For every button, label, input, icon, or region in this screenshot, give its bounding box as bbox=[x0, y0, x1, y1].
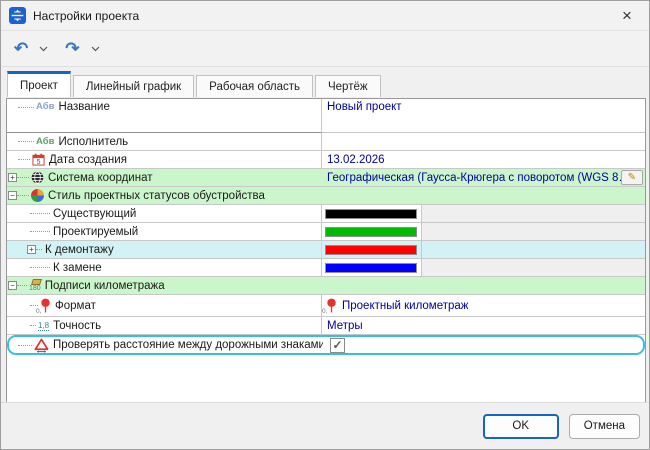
color-swatch-dismantle[interactable] bbox=[325, 245, 417, 255]
row-status-designed[interactable]: Проектируемый bbox=[7, 223, 645, 241]
property-label: К замене bbox=[53, 262, 102, 274]
property-label: Система координат bbox=[48, 172, 153, 184]
value-filler bbox=[422, 241, 645, 258]
property-label: Формат bbox=[55, 300, 96, 312]
property-label: Дата создания bbox=[49, 154, 127, 166]
check-distance-checkbox[interactable]: ✓ bbox=[330, 338, 345, 353]
row-precision[interactable]: 1,8 Точность Метры bbox=[7, 317, 645, 335]
tab-linear-graph[interactable]: Линейный график bbox=[73, 75, 194, 97]
creation-date-value-cell[interactable]: 13.02.2026 bbox=[322, 151, 645, 168]
color-swatch-cell[interactable] bbox=[322, 205, 422, 222]
row-title[interactable]: Абв Название Новый проект bbox=[7, 99, 645, 133]
color-swatch-existing[interactable] bbox=[325, 209, 417, 219]
text-property-icon: Абв bbox=[36, 101, 54, 112]
precision-value: Метры bbox=[322, 320, 363, 332]
calendar-icon: 5 bbox=[32, 153, 45, 166]
project-settings-dialog: Настройки проекта × ↶ ↷ Проект Линейный … bbox=[0, 0, 650, 450]
edit-pencil-icon: ✎ bbox=[628, 172, 636, 183]
color-swatch-designed[interactable] bbox=[325, 227, 417, 237]
km-tag-shape bbox=[31, 279, 42, 285]
coordinate-system-value-cell[interactable]: Географическая (Гаусса-Крюгера с поворот… bbox=[322, 169, 645, 186]
color-swatch-cell[interactable] bbox=[322, 259, 422, 276]
row-executor[interactable]: Абв Исполнитель bbox=[7, 133, 645, 151]
dialog-title: Настройки проекта bbox=[33, 9, 613, 23]
undo-dropdown-icon[interactable] bbox=[35, 44, 52, 54]
property-label: Проверять расстояние между дорожными зна… bbox=[53, 339, 324, 351]
redo-icon[interactable]: ↷ bbox=[62, 39, 82, 58]
property-label: К демонтажу bbox=[45, 244, 114, 256]
property-label: Исполнитель bbox=[58, 136, 128, 148]
checkmark-icon: ✓ bbox=[332, 338, 342, 352]
row-status-dismantle[interactable]: + К демонтажу bbox=[7, 241, 645, 259]
tab-work-area[interactable]: Рабочая область bbox=[196, 75, 313, 97]
value-filler bbox=[422, 223, 645, 240]
color-swatch-cell[interactable] bbox=[322, 223, 422, 240]
globe-icon bbox=[31, 171, 44, 184]
format-value-cell[interactable]: 0, Проектный километраж bbox=[322, 295, 645, 316]
km-pin-icon: 0, bbox=[326, 298, 337, 314]
tab-bar: Проект Линейный график Рабочая область Ч… bbox=[1, 67, 649, 97]
text-property-icon: Абв bbox=[36, 136, 54, 147]
redo-dropdown-icon[interactable] bbox=[87, 44, 104, 54]
section-label: Подписи километража bbox=[45, 280, 165, 292]
title-bar: Настройки проекта × bbox=[1, 1, 649, 31]
close-icon[interactable]: × bbox=[613, 4, 641, 28]
color-swatch-cell[interactable] bbox=[322, 241, 422, 258]
km-label-icon: 180 bbox=[29, 280, 41, 292]
row-status-replace[interactable]: К замене bbox=[7, 259, 645, 277]
tab-drawing[interactable]: Чертёж bbox=[315, 75, 381, 97]
collapse-icon[interactable]: − bbox=[8, 191, 17, 200]
property-grid: Абв Название Новый проект Абв Исполнител… bbox=[6, 98, 646, 404]
property-label: Точность bbox=[53, 320, 101, 332]
value-filler bbox=[422, 205, 645, 222]
svg-text:5: 5 bbox=[37, 159, 41, 166]
row-status-style-section[interactable]: − Стиль проектных статусов обустройства bbox=[7, 187, 645, 205]
executor-value-cell[interactable] bbox=[322, 133, 645, 150]
road-sign-warning-icon bbox=[34, 338, 49, 353]
ok-button[interactable]: OK bbox=[483, 414, 559, 439]
undo-icon[interactable]: ↶ bbox=[11, 39, 31, 58]
footer-bar: OK Отмена bbox=[1, 402, 649, 449]
tab-project[interactable]: Проект bbox=[7, 71, 71, 97]
section-label: Стиль проектных статусов обустройства bbox=[48, 190, 265, 202]
title-value: Новый проект bbox=[322, 101, 402, 113]
value-filler bbox=[422, 259, 645, 276]
format-value: Проектный километраж bbox=[341, 300, 468, 312]
creation-date-value: 13.02.2026 bbox=[322, 154, 385, 166]
row-format[interactable]: 0, Формат 0, Проектный километраж bbox=[7, 295, 645, 317]
precision-value-cell[interactable]: Метры bbox=[322, 317, 645, 334]
title-value-cell[interactable]: Новый проект bbox=[322, 99, 645, 132]
coordinate-system-value: Географическая (Гаусса-Крюгера с поворот… bbox=[322, 172, 630, 184]
property-label: Существующий bbox=[53, 208, 136, 220]
row-coordinate-system[interactable]: + Система координат Географическая (Гаус… bbox=[7, 169, 645, 187]
expand-icon[interactable]: + bbox=[8, 173, 17, 182]
row-check-sign-distance[interactable]: Проверять расстояние между дорожными зна… bbox=[7, 335, 645, 355]
row-creation-date[interactable]: 5 Дата создания 13.02.2026 bbox=[7, 151, 645, 169]
color-swatch-replace[interactable] bbox=[325, 263, 417, 273]
toolbar: ↶ ↷ bbox=[1, 31, 649, 67]
precision-digits-icon: 1,8 bbox=[38, 321, 49, 331]
row-status-existing[interactable]: Существующий bbox=[7, 205, 645, 223]
expand-icon[interactable]: + bbox=[27, 245, 36, 254]
edit-coordinate-system-button[interactable]: ✎ bbox=[621, 170, 643, 185]
property-label: Название bbox=[58, 101, 109, 113]
cancel-button[interactable]: Отмена bbox=[569, 414, 640, 439]
km-pin-icon: 0, bbox=[40, 298, 51, 314]
property-label: Проектируемый bbox=[53, 226, 138, 238]
pie-chart-icon bbox=[31, 189, 44, 202]
row-kilometrage-section[interactable]: − 180 Подписи километража bbox=[7, 277, 645, 295]
collapse-icon[interactable]: − bbox=[8, 281, 17, 290]
app-road-icon bbox=[9, 7, 26, 24]
